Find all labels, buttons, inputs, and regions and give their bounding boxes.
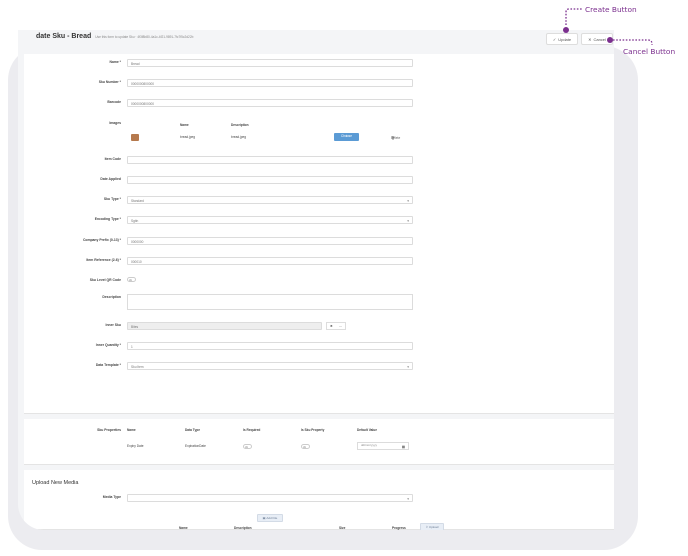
cancel-annotation-line (613, 39, 653, 45)
create-annotation-line (565, 8, 582, 25)
cancel-button-annotation: Cancel Button (623, 47, 676, 56)
create-button-annotation: Create Button (585, 5, 637, 14)
cancel-annotation-dot (607, 37, 613, 43)
annotation-lines (565, 8, 653, 45)
create-annotation-dot (563, 27, 569, 33)
